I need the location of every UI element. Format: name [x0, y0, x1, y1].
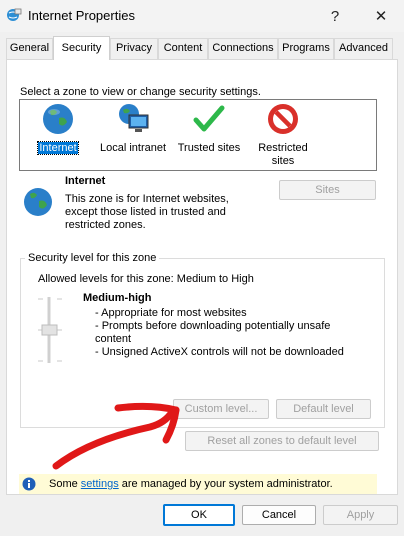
- help-button[interactable]: ?: [312, 0, 358, 32]
- zone-local-intranet-label: Local intranet: [99, 142, 167, 154]
- zone-local-intranet[interactable]: Local intranet: [96, 102, 170, 155]
- zone-internet[interactable]: Internet: [30, 102, 86, 155]
- no-entry-icon: [268, 104, 298, 134]
- globe-icon: [24, 188, 52, 216]
- zone-title: Internet: [65, 175, 106, 187]
- tab-programs[interactable]: Programs: [278, 38, 334, 59]
- internet-properties-dialog: Internet Properties ? ✕ General Security…: [0, 0, 404, 536]
- security-level-slider[interactable]: [36, 295, 64, 365]
- cancel-button[interactable]: Cancel: [242, 505, 316, 525]
- security-level-name: Medium-high: [83, 292, 152, 304]
- tab-connections[interactable]: Connections: [208, 38, 278, 59]
- close-button[interactable]: ✕: [358, 0, 404, 32]
- slider-thumb: [41, 324, 58, 336]
- tab-privacy[interactable]: Privacy: [110, 38, 158, 59]
- ok-button[interactable]: OK: [163, 504, 235, 526]
- zone-restricted-sites-label: Restricted sites: [258, 142, 308, 167]
- select-zone-prompt: Select a zone to view or change security…: [20, 86, 261, 98]
- security-level-group-title: Security level for this zone: [25, 252, 160, 264]
- tab-strip: General Security Privacy Content Connect…: [6, 36, 398, 60]
- checkmark-icon: [193, 105, 225, 132]
- tab-advanced[interactable]: Advanced: [334, 38, 393, 59]
- internet-options-icon: [7, 8, 22, 21]
- custom-level-button[interactable]: Custom level...: [173, 399, 269, 419]
- zone-trusted-sites[interactable]: Trusted sites: [176, 102, 242, 155]
- zone-internet-label: Internet: [37, 141, 79, 155]
- reset-all-zones-button[interactable]: Reset all zones to default level: [185, 431, 379, 451]
- sites-button[interactable]: Sites: [279, 180, 376, 200]
- zone-trusted-sites-label: Trusted sites: [177, 142, 241, 154]
- security-level-description: - Appropriate for most websites - Prompt…: [95, 307, 344, 358]
- tab-security[interactable]: Security: [53, 36, 110, 60]
- settings-link[interactable]: settings: [81, 478, 119, 490]
- window-title: Internet Properties: [28, 8, 135, 23]
- title-bar[interactable]: Internet Properties ? ✕: [0, 0, 404, 32]
- apply-button[interactable]: Apply: [323, 505, 398, 525]
- tab-general[interactable]: General: [6, 38, 53, 59]
- zone-description: This zone is for Internet websites, exce…: [65, 193, 229, 231]
- zone-restricted-sites[interactable]: Restricted sites: [252, 102, 314, 168]
- allowed-levels-text: Allowed levels for this zone: Medium to …: [38, 273, 254, 285]
- tab-content[interactable]: Content: [158, 38, 208, 59]
- monitor-icon: [119, 104, 149, 132]
- admin-notice-text: Some settings are managed by your system…: [49, 478, 333, 490]
- info-icon: [22, 477, 36, 491]
- globe-icon: [43, 104, 73, 134]
- default-level-button[interactable]: Default level: [276, 399, 371, 419]
